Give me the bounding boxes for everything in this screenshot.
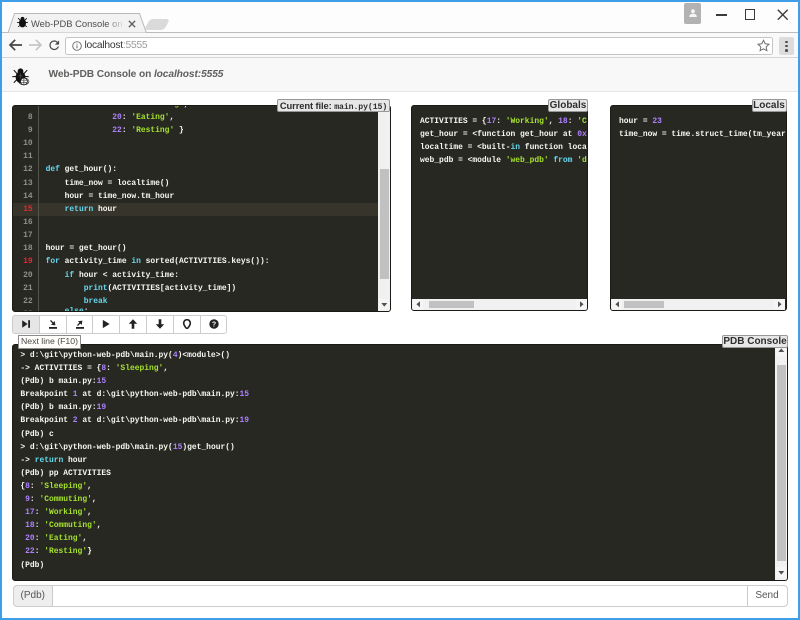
svg-text:?: ? [211,322,215,329]
